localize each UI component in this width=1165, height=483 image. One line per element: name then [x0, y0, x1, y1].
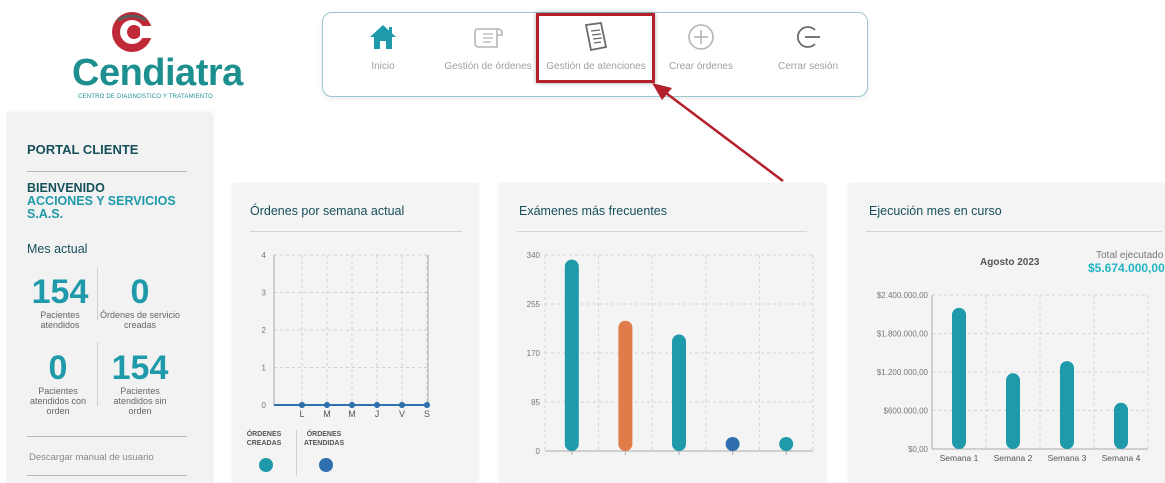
stat-pacientes-atendidos: 154 Pacientes atendidos — [15, 273, 105, 330]
welcome-text: BIENVENIDO ACCIONES Y SERVICIOS S.A.S. — [27, 182, 197, 221]
y-tick-label: 255 — [527, 300, 541, 309]
nav-gestion-ordenes-label: Gestión de órdenes — [444, 61, 532, 72]
download-manual-link[interactable]: Descargar manual de usuario — [29, 452, 154, 463]
y-tick-label: $2.400.000,00 — [877, 291, 929, 300]
y-tick-label: 170 — [527, 349, 541, 358]
nav-cerrar-sesion[interactable]: Cerrar sesión — [753, 21, 863, 83]
nav-inicio[interactable]: Inicio — [328, 21, 438, 83]
nav-inicio-label: Inicio — [371, 61, 395, 72]
bar — [564, 259, 579, 451]
x-tick-label: Semana 2 — [994, 453, 1033, 463]
home-icon — [370, 25, 396, 49]
x-tick-label: Semana 3 — [1048, 453, 1087, 463]
bar — [1060, 361, 1074, 449]
nav-crear-ordenes[interactable]: Crear órdenes — [646, 21, 756, 83]
annotation-arrow — [652, 83, 784, 182]
stat-value: 0 — [48, 349, 68, 387]
bar — [1006, 373, 1020, 449]
x-tick-label: Semana 1 — [940, 453, 979, 463]
bar — [725, 437, 740, 451]
stat-atendidos-con-orden: 0 Pacientes atendidos con orden — [13, 349, 103, 416]
divider — [27, 475, 187, 476]
card-execution: Ejecución mes en curso Agosto 2023 Total… — [848, 183, 1165, 483]
stat-value: 154 — [111, 349, 169, 387]
stat-value: 154 — [31, 273, 89, 311]
x-tick-label: Semana 4 — [1102, 453, 1141, 463]
legend-marker-creadas — [259, 458, 273, 472]
logo: Cendiatra CENTRO DE DIAGNOSTICO Y TRATAM… — [70, 8, 243, 100]
stat-value: 0 — [130, 273, 150, 311]
bar — [618, 320, 633, 451]
y-tick-label: $0,00 — [908, 445, 929, 454]
stat-caption: Pacientes atendidos sin orden — [113, 386, 167, 416]
nav-crear-ordenes-label: Crear órdenes — [669, 61, 733, 72]
stat-ordenes-creadas: 0 Órdenes de servicio creadas — [95, 273, 185, 330]
legend-markers — [259, 458, 333, 472]
nav-gestion-atenciones[interactable]: Gestión de atenciones — [541, 21, 651, 83]
logout-icon — [796, 26, 820, 48]
stat-caption: Pacientes atendidos con orden — [29, 386, 87, 416]
document-icon — [584, 21, 608, 52]
plus-circle-icon — [688, 24, 714, 50]
month-label: Mes actual — [27, 242, 88, 256]
logo-name: Cendiatra — [72, 52, 243, 94]
stat-caption: Órdenes de servicio creadas — [99, 310, 181, 330]
nav-gestion-atenciones-label: Gestión de atenciones — [546, 61, 646, 72]
logo-mark-icon — [112, 12, 154, 52]
divider — [27, 436, 187, 437]
bar — [952, 307, 966, 449]
portal-title: PORTAL CLIENTE — [27, 142, 139, 157]
bar — [1114, 402, 1128, 449]
stat-caption: Pacientes atendidos — [40, 310, 80, 330]
nav-gestion-ordenes[interactable]: Gestión de órdenes — [433, 21, 543, 83]
sidebar: PORTAL CLIENTE BIENVENIDO ACCIONES Y SER… — [7, 112, 211, 483]
y-tick-label: 0 — [536, 447, 541, 456]
y-tick-label: $1.200.000,00 — [877, 368, 929, 377]
company-name: ACCIONES Y SERVICIOS S.A.S. — [27, 194, 176, 221]
orders-icon — [474, 28, 503, 48]
divider — [27, 171, 187, 172]
y-tick-label: 85 — [531, 398, 540, 407]
legend-marker-atendidas — [319, 458, 333, 472]
bar — [672, 334, 686, 451]
y-tick-label: 340 — [527, 251, 541, 260]
exams-bar-chart: 0 85 170 255 340 — [527, 251, 814, 456]
y-tick-label: $1.800.000,00 — [877, 330, 929, 339]
y-tick-label: $600.000,00 — [884, 407, 929, 416]
stat-atendidos-sin-orden: 154 Pacientes atendidos sin orden — [95, 349, 185, 416]
logo-subtitle: CENTRO DE DIAGNOSTICO Y TRATAMIENTO — [78, 94, 214, 100]
execution-bar-chart: $0,00 $600.000,00 $1.200.000,00 $1.800.000,… — [877, 291, 1149, 463]
nav-cerrar-sesion-label: Cerrar sesión — [777, 61, 839, 72]
bar — [779, 437, 794, 451]
card-exams: Exámenes más frecuentes 0 85 170 255 340 — [499, 183, 826, 483]
card-orders-week: Órdenes por semana actual 01234LMMJVS ÓR… — [232, 183, 478, 483]
